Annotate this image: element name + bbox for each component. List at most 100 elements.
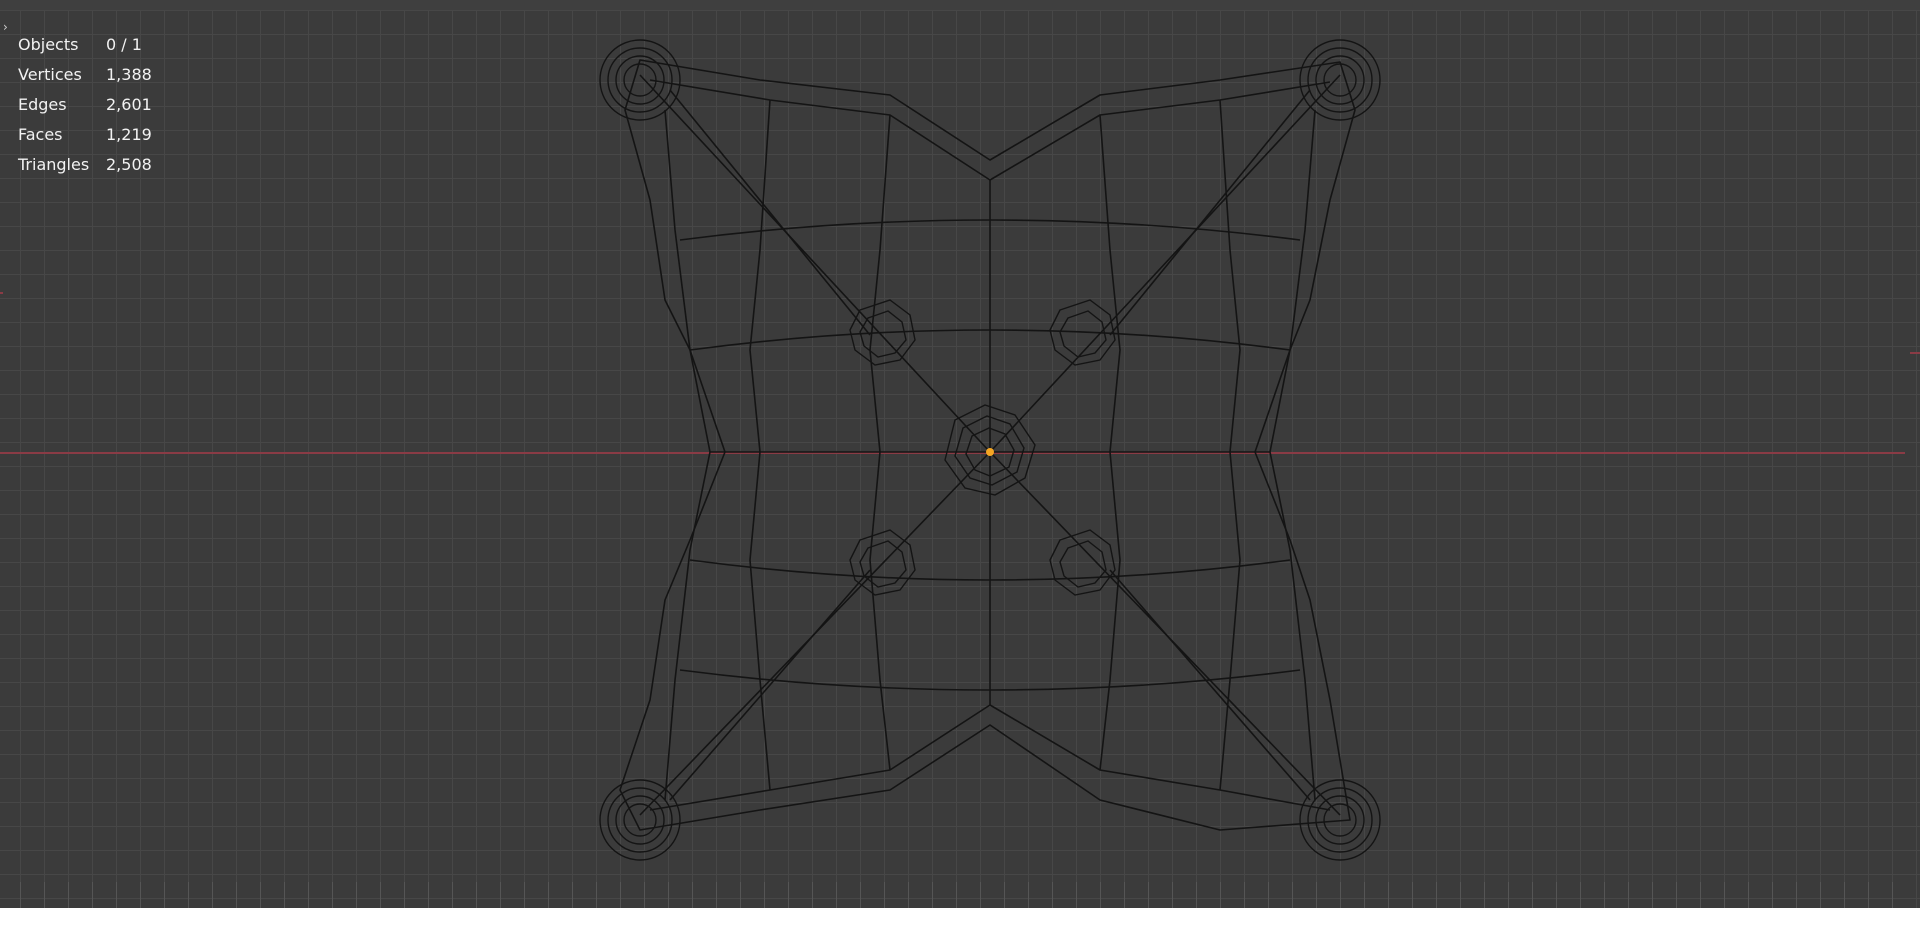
scene-statistics-overlay: Objects 0 / 1 Vertices 1,388 Edges 2,601… [18,30,152,180]
ruler-tick [644,882,645,908]
ruler-tick [92,882,93,908]
ruler-tick [116,882,117,908]
ruler-tick [1532,882,1533,908]
ruler-tick [1196,882,1197,908]
ruler-tick [1556,882,1557,908]
ruler-tick [572,882,573,908]
ruler-tick [1700,882,1701,908]
stat-row-edges: Edges 2,601 [18,90,152,120]
ruler-tick [1388,882,1389,908]
3d-viewport[interactable]: › Objects 0 / 1 Vertices 1,388 Edges 2,6… [0,0,1920,908]
ruler-tick [788,882,789,908]
ruler-tick [1076,882,1077,908]
ruler-tick [188,882,189,908]
ruler-tick [356,882,357,908]
ruler-tick [1028,882,1029,908]
ruler-tick [860,882,861,908]
ruler-tick [476,882,477,908]
stat-row-objects: Objects 0 / 1 [18,30,152,60]
ruler-tick [1148,882,1149,908]
ruler-tick [1844,882,1845,908]
ruler-tick [668,882,669,908]
ruler-tick [932,882,933,908]
ruler-tick [1628,882,1629,908]
ruler-tick [1484,882,1485,908]
ruler-tick [1892,882,1893,908]
ruler-tick [764,882,765,908]
stat-label: Vertices [18,65,82,84]
chevron-right-icon[interactable]: › [3,20,8,34]
corner-cylinder [599,39,681,121]
ruler-tick [1316,882,1317,908]
bottom-border [0,908,1920,943]
ruler-tick [1820,882,1821,908]
stat-label: Objects [18,35,79,54]
ruler-tick [596,882,597,908]
ruler-tick [812,882,813,908]
ruler-tick [140,882,141,908]
ruler-tick [1748,882,1749,908]
stat-row-triangles: Triangles 2,508 [18,150,152,180]
stat-label: Edges [18,95,67,114]
ruler-tick [1724,882,1725,908]
stat-row-faces: Faces 1,219 [18,120,152,150]
ruler-tick [1604,882,1605,908]
ruler-tick [1652,882,1653,908]
stat-label: Triangles [18,155,90,174]
stat-row-vertices: Vertices 1,388 [18,60,152,90]
ruler-tick [44,882,45,908]
ruler-tick [1412,882,1413,908]
ruler-tick [884,882,885,908]
ruler-tick [1772,882,1773,908]
ruler-tick [1436,882,1437,908]
ruler-tick [1124,882,1125,908]
ruler-tick [428,882,429,908]
stat-value: 2,508 [106,155,152,174]
ruler-tick [1268,882,1269,908]
ruler-tick [260,882,261,908]
stat-value: 1,219 [106,125,152,144]
wireframe-mesh[interactable] [0,0,1920,908]
ruler-tick [1364,882,1365,908]
ruler-tick [956,882,957,908]
ruler-tick [620,882,621,908]
ruler-tick [332,882,333,908]
ruler-tick [404,882,405,908]
ruler-tick [1172,882,1173,908]
ruler-tick [548,882,549,908]
ruler-tick [1340,882,1341,908]
ruler-tick [1292,882,1293,908]
ruler-tick [68,882,69,908]
ruler-tick [1676,882,1677,908]
ruler-tick [908,882,909,908]
ruler-tick [1460,882,1461,908]
ruler-tick [524,882,525,908]
corner-cylinder [599,779,681,861]
ruler-tick [236,882,237,908]
ruler-tick [1580,882,1581,908]
stat-value: 2,601 [106,95,152,114]
ruler-tick [1100,882,1101,908]
ruler-tick [380,882,381,908]
ruler-tick [20,882,21,908]
ruler-tick [1004,882,1005,908]
ruler-tick [1508,882,1509,908]
ruler-tick [836,882,837,908]
ruler-tick [1052,882,1053,908]
ruler-tick [740,882,741,908]
ruler-tick [692,882,693,908]
ruler-tick [452,882,453,908]
ruler-tick [980,882,981,908]
ruler-tick [1796,882,1797,908]
stat-value: 0 / 1 [106,35,142,54]
corner-cylinder [1299,39,1381,121]
ruler-tick [716,882,717,908]
ruler-tick [284,882,285,908]
ruler-tick [1220,882,1221,908]
ruler-tick [212,882,213,908]
ruler-tick [164,882,165,908]
ruler-tick [1244,882,1245,908]
ruler-tick [308,882,309,908]
ruler-tick [500,882,501,908]
stat-label: Faces [18,125,63,144]
